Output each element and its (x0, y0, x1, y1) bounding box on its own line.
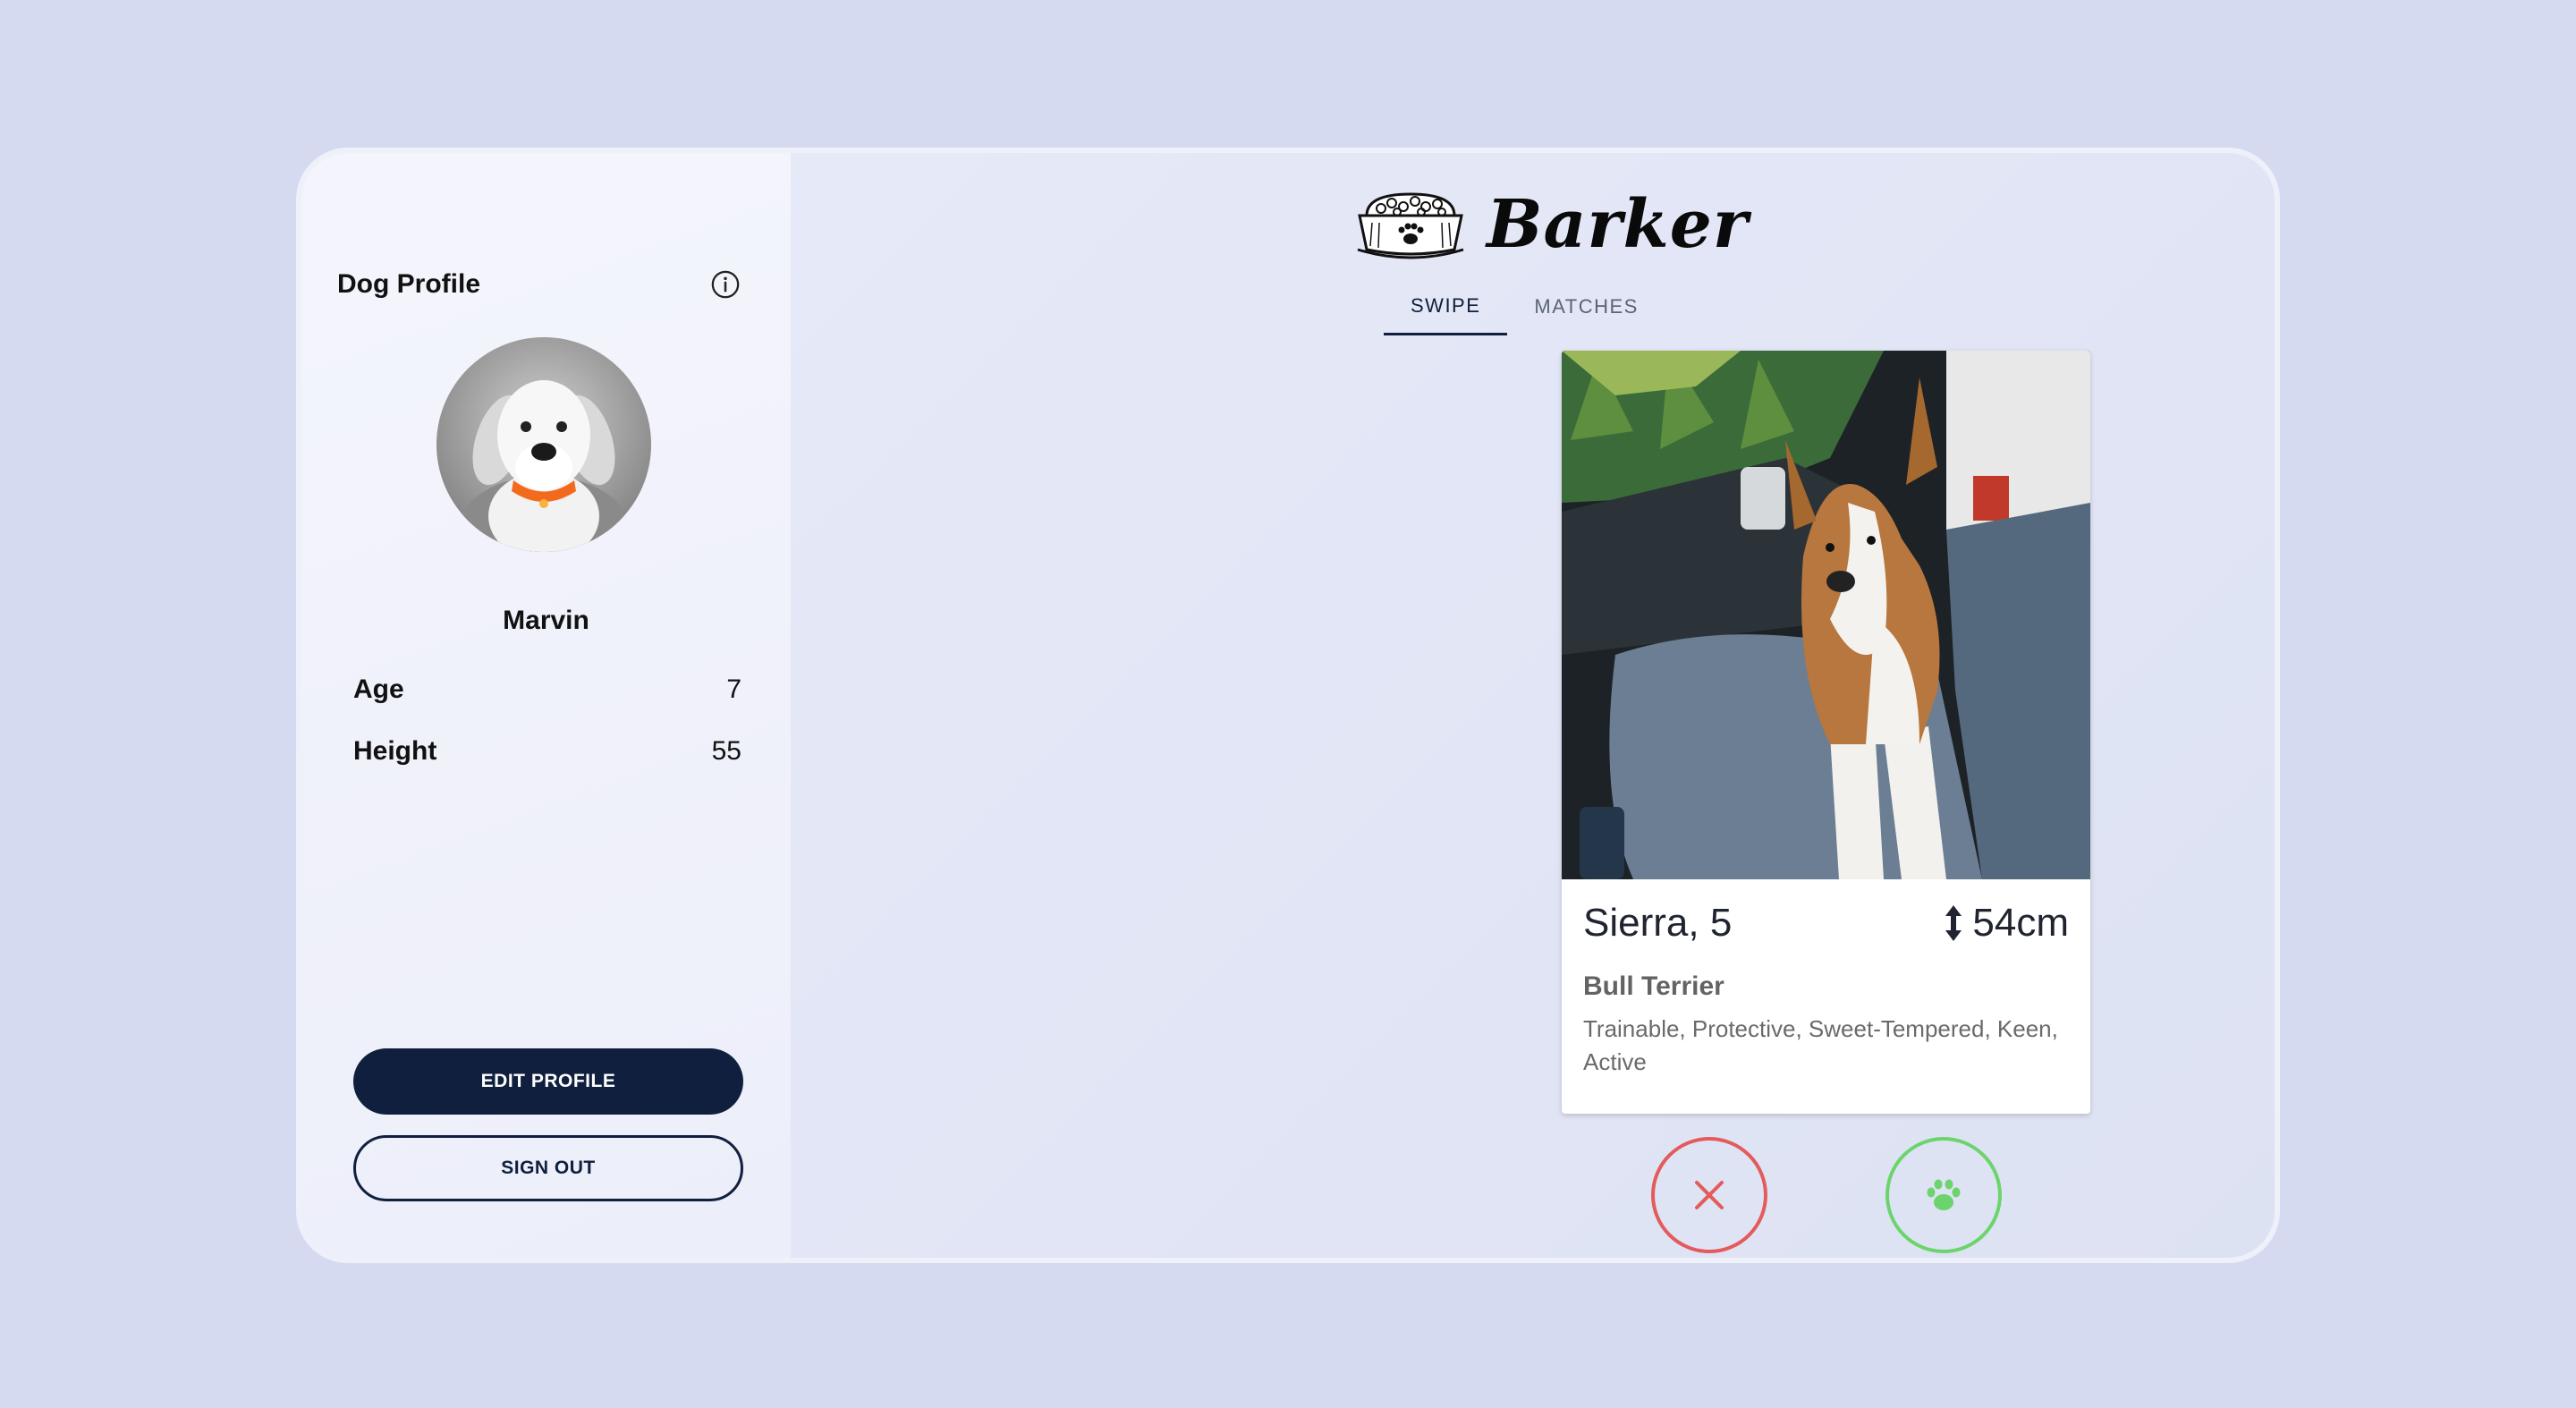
card-title: Sierra, 5 (1583, 901, 1733, 945)
stat-value: 55 (711, 736, 741, 766)
app-name: Barker (1487, 186, 1749, 263)
dog-bowl-paw-icon (1357, 192, 1464, 259)
sidebar-title: Dog Profile (337, 269, 481, 299)
dislike-button[interactable] (1651, 1137, 1767, 1253)
info-icon[interactable] (710, 269, 741, 300)
app-window: Dog Profile Marvin Age 7 Height 55 EDIT … (296, 148, 2280, 1263)
app-logo: Barker (1354, 180, 1749, 269)
close-icon (1695, 1181, 1724, 1209)
dog-name: Marvin (503, 606, 589, 635)
avatar-image (459, 380, 629, 552)
tab-matches[interactable]: MATCHES (1507, 278, 1665, 335)
stat-label: Age (353, 674, 404, 704)
card-traits: Trainable, Protective, Sweet-Tempered, K… (1583, 1015, 2058, 1075)
stat-age-row: Age 7 (353, 670, 741, 709)
tab-bar: SWIPE MATCHES (1384, 278, 1665, 335)
stat-height-row: Height 55 (353, 732, 741, 771)
edit-profile-button[interactable]: EDIT PROFILE (353, 1048, 743, 1115)
card-breed: Bull Terrier (1583, 971, 1724, 1001)
tab-swipe[interactable]: SWIPE (1384, 278, 1508, 335)
stat-label: Height (353, 736, 437, 766)
main-panel: Barker SWIPE MATCHES Sierra, 5 54cm Bull… (791, 153, 2275, 1258)
dog-avatar (436, 337, 651, 552)
sign-out-button[interactable]: SIGN OUT (353, 1135, 743, 1201)
like-button[interactable] (1885, 1137, 2002, 1253)
paw-icon (1927, 1179, 1961, 1210)
card-height-value: 54cm (1972, 901, 2069, 945)
dog-card[interactable]: Sierra, 5 54cm Bull Terrier Trainable, P… (1562, 351, 2090, 1114)
dog-photo (1562, 351, 2090, 879)
profile-sidebar: Dog Profile Marvin Age 7 Height 55 EDIT … (301, 153, 791, 1258)
card-height: 54cm (1944, 901, 2069, 946)
sidebar-header: Dog Profile (337, 258, 741, 311)
vertical-arrows-icon (1945, 905, 1962, 941)
stat-value: 7 (726, 674, 741, 704)
